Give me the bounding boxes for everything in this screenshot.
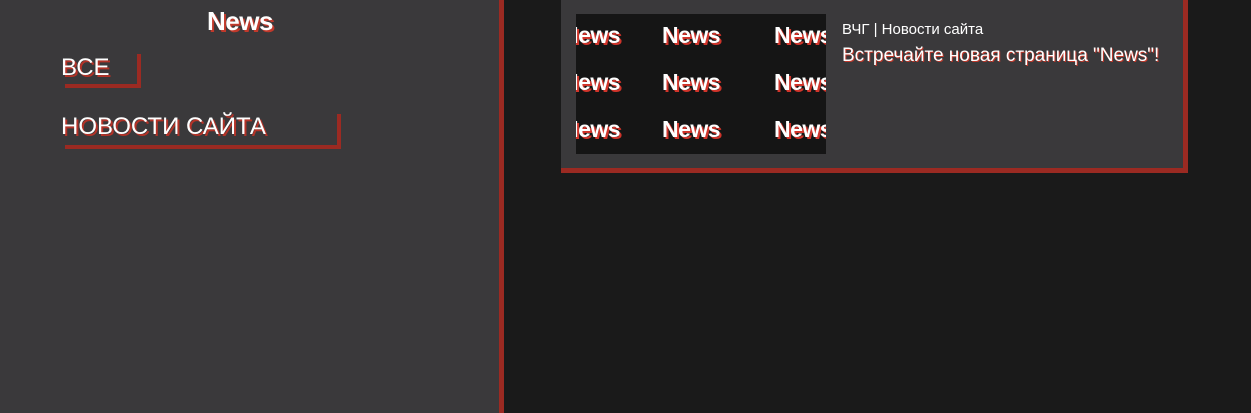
sidebar-item-label: НОВОСТИ САЙТА: [61, 113, 266, 140]
sidebar-title: News: [207, 6, 273, 36]
thumbnail-tile: News: [662, 69, 721, 95]
news-category: ВЧГ | Новости сайта: [842, 21, 984, 38]
sidebar-item-site-news[interactable]: НОВОСТИ САЙТА: [61, 113, 341, 149]
thumbnail-tile: News: [576, 116, 621, 142]
news-card[interactable]: News News News News News News News News …: [561, 0, 1188, 173]
sidebar-item-label: ВСЕ: [61, 54, 110, 81]
thumbnail-tile: News: [662, 116, 721, 142]
thumbnail-tile: News: [662, 22, 721, 48]
news-thumbnail[interactable]: News News News News News News News News …: [576, 14, 826, 154]
main-content: News News News News News News News News …: [504, 0, 1251, 413]
news-headline-link[interactable]: Встречайте новая страница "News"!: [842, 45, 1159, 67]
thumbnail-tile: News: [774, 22, 826, 48]
thumbnail-tile: News: [576, 22, 621, 48]
sidebar: News ВСЕ НОВОСТИ САЙТА: [0, 0, 504, 413]
thumbnail-tile: News: [576, 69, 621, 95]
sidebar-item-all[interactable]: ВСЕ: [61, 54, 141, 88]
thumbnail-tile: News: [774, 69, 826, 95]
thumbnail-tile: News: [774, 116, 826, 142]
